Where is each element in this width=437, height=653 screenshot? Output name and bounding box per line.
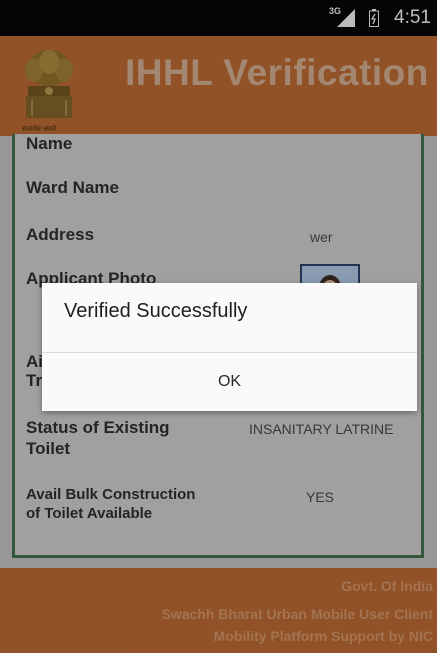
dialog-message: Verified Successfully: [64, 300, 248, 322]
success-dialog: Verified Successfully OK: [42, 283, 417, 411]
ok-button[interactable]: OK: [42, 353, 417, 411]
